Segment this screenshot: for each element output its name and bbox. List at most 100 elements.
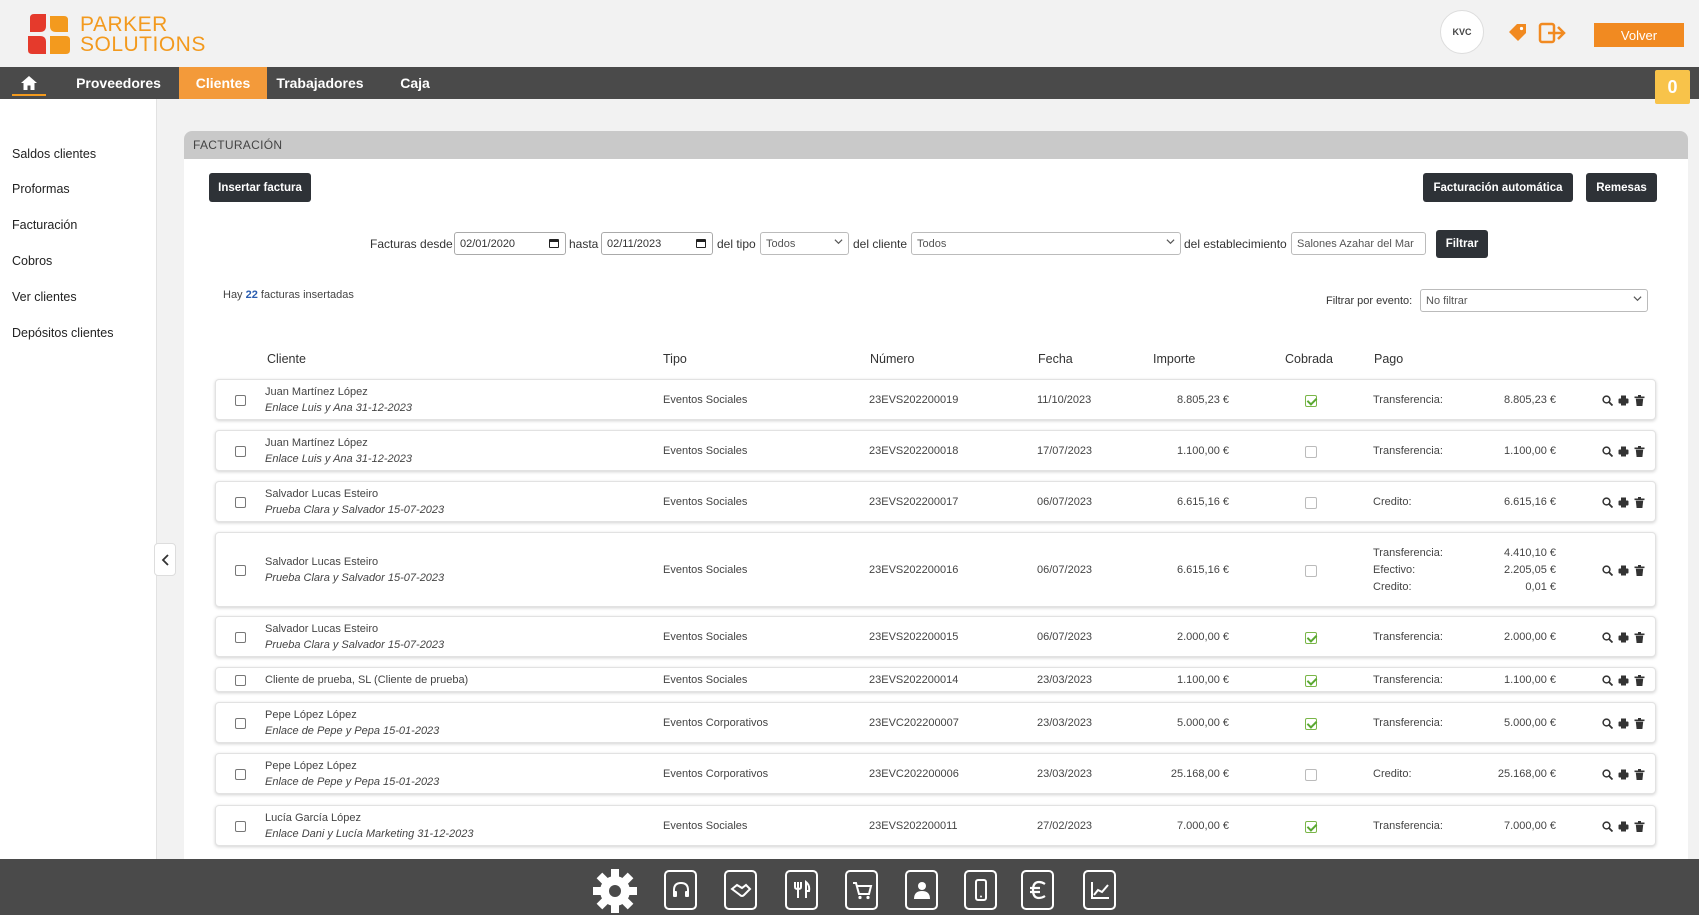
pago-method: Transferencia: xyxy=(1373,445,1443,457)
table-row[interactable]: Cliente de prueba, SL (Cliente de prueba… xyxy=(215,667,1656,692)
search-icon[interactable] xyxy=(1602,496,1613,508)
table-row[interactable]: Juan Martínez López Enlace Luis y Ana 31-… xyxy=(215,430,1656,471)
desde-date-input[interactable]: 02/01/2020 xyxy=(454,232,566,255)
cobrada-checkbox[interactable] xyxy=(1305,496,1317,509)
row-checkbox[interactable] xyxy=(235,768,246,780)
search-icon[interactable] xyxy=(1602,445,1613,457)
row-checkbox[interactable] xyxy=(235,564,246,576)
table-row[interactable]: Juan Martínez López Enlace Luis y Ana 31-… xyxy=(215,379,1656,420)
table-row[interactable]: Salvador Lucas Esteiro Prueba Clara y Sal… xyxy=(215,481,1656,522)
trash-icon[interactable] xyxy=(1634,674,1645,686)
cobrada-checkbox[interactable] xyxy=(1305,631,1317,644)
table-row[interactable]: Salvador Lucas Esteiro Prueba Clara y Sal… xyxy=(215,532,1656,607)
print-icon[interactable] xyxy=(1618,497,1629,508)
table-row[interactable]: Salvador Lucas Esteiro Prueba Clara y Sal… xyxy=(215,616,1656,657)
print-icon[interactable] xyxy=(1618,632,1629,643)
nav-proveedores[interactable]: Proveedores xyxy=(58,67,179,99)
cobrada-checkbox[interactable] xyxy=(1305,564,1317,577)
evento-select[interactable]: No filtrar xyxy=(1420,289,1648,312)
table-row[interactable]: Lucía García López Enlace Dani y Lucía Ma… xyxy=(215,805,1656,846)
facturacion-automatica-button[interactable]: Facturación automática xyxy=(1423,173,1573,202)
trash-icon[interactable] xyxy=(1634,564,1645,576)
cobrada-checkbox[interactable] xyxy=(1305,674,1317,687)
trash-icon[interactable] xyxy=(1634,496,1645,508)
table-row[interactable]: Pepe López López Enlace de Pepe y Pepa 15… xyxy=(215,702,1656,743)
print-icon[interactable] xyxy=(1618,718,1629,729)
row-evento: Enlace de Pepe y Pepa 15-01-2023 xyxy=(265,775,440,788)
row-tipo: Eventos Sociales xyxy=(663,393,748,406)
nav-trabajadores[interactable]: Trabajadores xyxy=(267,67,373,99)
sidebar-item-cobros[interactable]: Cobros xyxy=(12,254,52,268)
cart-count-badge[interactable]: 0 xyxy=(1655,70,1690,104)
sidebar-item-depositos[interactable]: Depósitos clientes xyxy=(12,326,113,340)
establecimiento-label: del establecimiento xyxy=(1184,237,1287,251)
print-icon[interactable] xyxy=(1618,446,1629,457)
notification-tag-icon[interactable] xyxy=(1506,22,1528,44)
settings-gear-icon[interactable] xyxy=(592,868,638,914)
nav-clientes[interactable]: Clientes xyxy=(179,67,267,99)
trash-icon[interactable] xyxy=(1634,445,1645,457)
handshake-icon[interactable] xyxy=(724,870,757,910)
sidebar-collapse-button[interactable] xyxy=(154,543,176,576)
logout-icon[interactable] xyxy=(1538,22,1568,44)
print-icon[interactable] xyxy=(1618,395,1629,406)
insertar-factura-button[interactable]: Insertar factura xyxy=(209,173,311,202)
row-checkbox[interactable] xyxy=(235,394,246,406)
search-icon[interactable] xyxy=(1602,564,1613,576)
search-icon[interactable] xyxy=(1602,394,1613,406)
cart-icon[interactable] xyxy=(845,870,878,910)
cobrada-checkbox[interactable] xyxy=(1305,768,1317,781)
print-icon[interactable] xyxy=(1618,675,1629,686)
pago-method: Credito: xyxy=(1373,496,1412,508)
row-checkbox[interactable] xyxy=(235,674,246,686)
cobrada-checkbox[interactable] xyxy=(1305,445,1317,458)
search-icon[interactable] xyxy=(1602,820,1613,832)
euro-icon[interactable] xyxy=(1021,870,1054,910)
chart-icon[interactable] xyxy=(1083,870,1116,910)
nav-caja[interactable]: Caja xyxy=(373,67,457,99)
row-checkbox[interactable] xyxy=(235,717,246,729)
search-icon[interactable] xyxy=(1602,768,1613,780)
search-icon[interactable] xyxy=(1602,717,1613,729)
table-row[interactable]: Pepe López López Enlace de Pepe y Pepa 15… xyxy=(215,753,1656,794)
trash-icon[interactable] xyxy=(1634,631,1645,643)
sidebar-item-proformas[interactable]: Proformas xyxy=(12,182,70,196)
chevron-down-icon xyxy=(1633,296,1642,302)
brand-name: PARKER SOLUTIONS xyxy=(80,13,206,56)
trash-icon[interactable] xyxy=(1634,717,1645,729)
sidebar-item-ver-clientes[interactable]: Ver clientes xyxy=(12,290,77,304)
cliente-select[interactable]: Todos xyxy=(911,232,1181,255)
hasta-date-input[interactable]: 02/11/2023 xyxy=(601,232,713,255)
restaurant-icon[interactable] xyxy=(785,870,818,910)
trash-icon[interactable] xyxy=(1634,394,1645,406)
establecimiento-input[interactable]: Salones Azahar del Mar xyxy=(1291,232,1426,255)
headset-icon[interactable] xyxy=(664,870,697,910)
row-checkbox[interactable] xyxy=(235,496,246,508)
row-checkbox[interactable] xyxy=(235,820,246,832)
sidebar-item-facturacion[interactable]: Facturación xyxy=(12,218,77,232)
print-icon[interactable] xyxy=(1618,769,1629,780)
row-checkbox[interactable] xyxy=(235,631,246,643)
sidebar-item-saldos[interactable]: Saldos clientes xyxy=(12,147,96,161)
contacts-icon[interactable] xyxy=(905,870,938,910)
nav-home[interactable] xyxy=(0,67,58,99)
cobrada-checkbox[interactable] xyxy=(1305,394,1317,407)
filtrar-button[interactable]: Filtrar xyxy=(1436,230,1488,258)
remesas-button[interactable]: Remesas xyxy=(1586,173,1657,202)
trash-icon[interactable] xyxy=(1634,768,1645,780)
user-avatar[interactable]: KVC xyxy=(1440,10,1484,54)
sidebar: Saldos clientes Proformas Facturación Co… xyxy=(0,99,157,859)
cobrada-checkbox[interactable] xyxy=(1305,717,1317,730)
mobile-icon[interactable] xyxy=(964,870,997,910)
print-icon[interactable] xyxy=(1618,821,1629,832)
tipo-select[interactable]: Todos xyxy=(760,232,849,255)
calendar-icon xyxy=(549,239,559,248)
row-fecha: 17/07/2023 xyxy=(1037,444,1093,457)
search-icon[interactable] xyxy=(1602,674,1613,686)
trash-icon[interactable] xyxy=(1634,820,1645,832)
row-checkbox[interactable] xyxy=(235,445,246,457)
cobrada-checkbox[interactable] xyxy=(1305,820,1317,833)
volver-button[interactable]: Volver xyxy=(1594,23,1684,47)
print-icon[interactable] xyxy=(1618,565,1629,576)
search-icon[interactable] xyxy=(1602,631,1613,643)
